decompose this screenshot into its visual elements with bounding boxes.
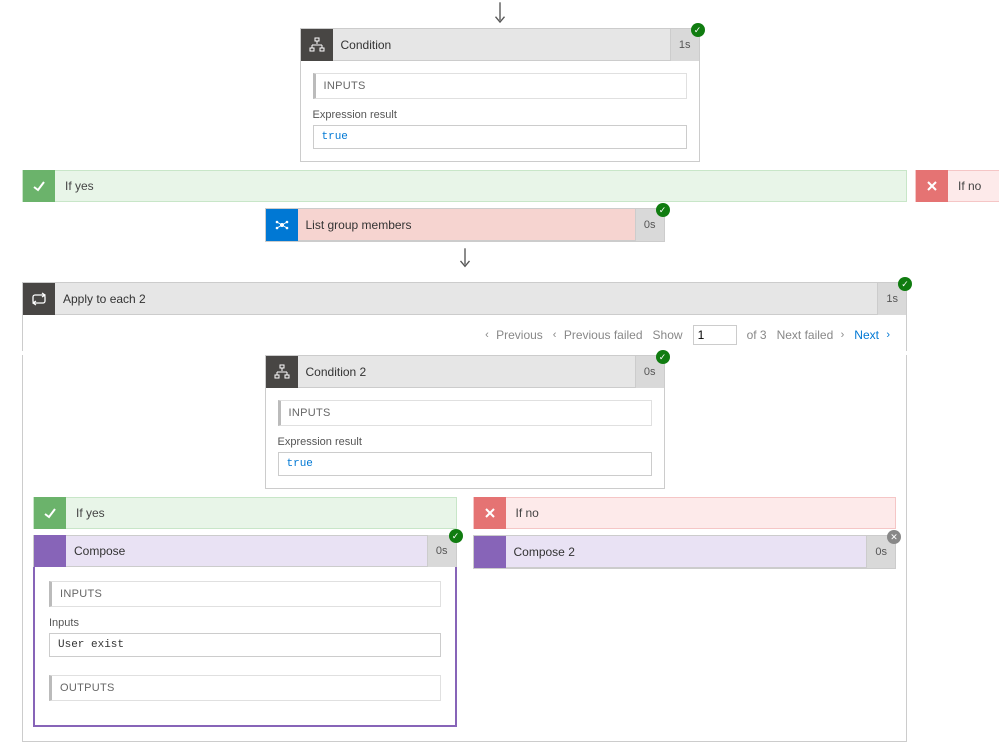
if-no-label: If no xyxy=(506,506,539,520)
apply-to-each-card: ✓ Apply to each 2 1s xyxy=(22,282,907,315)
list-group-members-card[interactable]: ✓ List group members 0s xyxy=(265,208,665,242)
card-header[interactable]: List group members 0s xyxy=(266,209,664,241)
if-yes-header[interactable]: If yes xyxy=(22,170,907,202)
success-badge-icon: ✓ xyxy=(898,277,912,291)
outer-branch-row: If yes ✓ List group members 0s ✓ xyxy=(0,170,999,742)
card-header[interactable]: Condition 1s xyxy=(301,29,699,61)
if-no-header[interactable]: If no xyxy=(915,170,999,202)
card-header[interactable]: Apply to each 2 1s xyxy=(23,283,906,315)
success-badge-icon: ✓ xyxy=(656,203,670,217)
chevron-left-icon: ‹ xyxy=(485,329,489,341)
chevron-right-icon: › xyxy=(841,329,845,341)
loop-icon xyxy=(23,283,55,315)
page-input[interactable] xyxy=(693,325,737,345)
azure-ad-icon xyxy=(266,209,298,241)
inputs-field-label: Inputs xyxy=(49,617,441,629)
card-title: List group members xyxy=(298,218,635,232)
compose-icon xyxy=(34,535,66,567)
arrow-down-icon xyxy=(22,246,907,274)
card-title: Condition xyxy=(333,38,670,52)
card-header[interactable]: Compose 0s xyxy=(33,535,457,567)
expression-result-value: true xyxy=(313,125,687,149)
if-yes-header[interactable]: If yes xyxy=(33,497,457,529)
condition2-card[interactable]: ✓ Condition 2 0s INPUTS Expression resul… xyxy=(265,355,665,489)
inner-if-yes-branch: If yes ✓ Compose 0s xyxy=(33,497,457,727)
inputs-value: User exist xyxy=(49,633,441,657)
apply-to-each-body: ✓ Condition 2 0s INPUTS Expression resul… xyxy=(22,355,907,742)
previous-failed-link[interactable]: ‹ Previous failed xyxy=(553,328,643,342)
card-header[interactable]: Compose 2 0s xyxy=(474,536,896,568)
previous-failed-label: Previous failed xyxy=(564,328,643,342)
expression-result-label: Expression result xyxy=(313,109,687,121)
success-badge-icon: ✓ xyxy=(449,529,463,543)
arrow-down-icon xyxy=(0,0,999,28)
condition-card[interactable]: ✓ Condition 1s INPUTS Expression result … xyxy=(300,28,700,162)
compose-icon xyxy=(474,536,506,568)
check-icon xyxy=(34,497,66,529)
next-link[interactable]: Next › xyxy=(854,328,890,342)
card-header[interactable]: Condition 2 0s xyxy=(266,356,664,388)
condition-icon xyxy=(266,356,298,388)
check-icon xyxy=(23,170,55,202)
next-failed-link[interactable]: Next failed › xyxy=(777,328,845,342)
inputs-section-label: INPUTS xyxy=(278,400,652,426)
previous-link[interactable]: ‹ Previous xyxy=(485,328,543,342)
next-label: Next xyxy=(854,328,879,342)
next-failed-label: Next failed xyxy=(777,328,834,342)
show-label: Show xyxy=(653,328,683,342)
success-badge-icon: ✓ xyxy=(691,23,705,37)
expression-result-label: Expression result xyxy=(278,436,652,448)
compose-body: INPUTS Inputs User exist OUTPUTS xyxy=(33,567,457,727)
inputs-section-label: INPUTS xyxy=(49,581,441,607)
condition-icon xyxy=(301,29,333,61)
card-title: Condition 2 xyxy=(298,365,635,379)
x-icon xyxy=(474,497,506,529)
card-title: Compose xyxy=(66,544,427,558)
flow-canvas: ✓ Condition 1s INPUTS Expression result … xyxy=(0,0,999,742)
if-no-header[interactable]: If no xyxy=(473,497,897,529)
if-yes-branch: If yes ✓ List group members 0s ✓ xyxy=(22,170,907,742)
x-icon xyxy=(916,170,948,202)
previous-label: Previous xyxy=(496,328,543,342)
card-body: INPUTS Expression result true xyxy=(301,61,699,161)
card-title: Apply to each 2 xyxy=(55,292,877,306)
outputs-section-label: OUTPUTS xyxy=(49,675,441,701)
compose2-card[interactable]: ✕ Compose 2 0s xyxy=(473,535,897,569)
if-yes-label: If yes xyxy=(55,179,94,193)
inner-branch-row: If yes ✓ Compose 0s xyxy=(33,497,896,727)
compose-card[interactable]: ✓ Compose 0s INPUTS Inputs xyxy=(33,535,457,727)
iteration-pager: ‹ Previous ‹ Previous failed Show of 3 N… xyxy=(22,315,907,351)
card-body: INPUTS Expression result true xyxy=(266,388,664,488)
chevron-left-icon: ‹ xyxy=(553,329,557,341)
of-count: of 3 xyxy=(747,328,767,342)
inputs-section-label: INPUTS xyxy=(313,73,687,99)
chevron-right-icon: › xyxy=(886,329,890,341)
if-no-label: If no xyxy=(948,179,981,193)
card-title: Compose 2 xyxy=(506,545,867,559)
expression-result-value: true xyxy=(278,452,652,476)
inner-if-no-branch: If no ✕ Compose 2 0s xyxy=(473,497,897,569)
skipped-badge-icon: ✕ xyxy=(887,530,901,544)
if-no-branch: If no xyxy=(915,170,999,202)
success-badge-icon: ✓ xyxy=(656,350,670,364)
if-yes-label: If yes xyxy=(66,506,105,520)
